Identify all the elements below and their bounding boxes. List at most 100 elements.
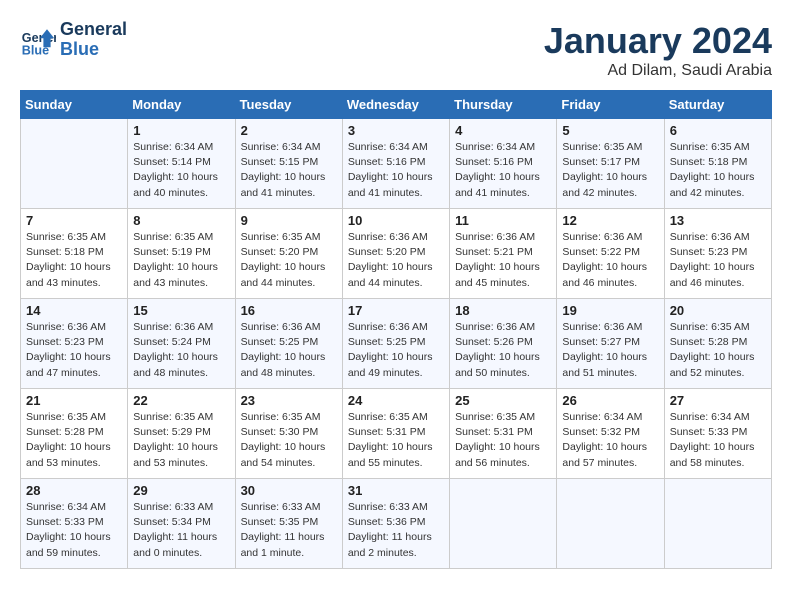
calendar-cell: 28Sunrise: 6:34 AM Sunset: 5:33 PM Dayli… — [21, 479, 128, 569]
day-number: 29 — [133, 483, 229, 498]
day-info: Sunrise: 6:34 AM Sunset: 5:16 PM Dayligh… — [455, 140, 551, 201]
calendar-cell: 1 Sunrise: 6:34 AM Sunset: 5:14 PM Daylig… — [128, 119, 235, 209]
day-info: Sunrise: 6:35 AM Sunset: 5:19 PM Dayligh… — [133, 230, 229, 291]
weekday-header-sunday: Sunday — [21, 91, 128, 119]
calendar-cell — [557, 479, 664, 569]
day-info: Sunrise: 6:33 AM Sunset: 5:35 PM Dayligh… — [241, 500, 337, 561]
calendar-cell: 30 Sunrise: 6:33 AM Sunset: 5:35 PM Dayli… — [235, 479, 342, 569]
day-number: 20 — [670, 303, 766, 318]
day-number: 9 — [241, 213, 337, 228]
calendar-cell: 12 Sunrise: 6:36 AM Sunset: 5:22 PM Dayli… — [557, 209, 664, 299]
calendar-cell: 4 Sunrise: 6:34 AM Sunset: 5:16 PM Daylig… — [450, 119, 557, 209]
calendar-cell: 11Sunrise: 6:36 AM Sunset: 5:21 PM Dayli… — [450, 209, 557, 299]
day-info: Sunrise: 6:34 AM Sunset: 5:15 PM Dayligh… — [241, 140, 337, 201]
week-row-4: 21Sunrise: 6:35 AM Sunset: 5:28 PM Dayli… — [21, 389, 772, 479]
day-number: 6 — [670, 123, 766, 138]
day-number: 10 — [348, 213, 444, 228]
calendar-cell — [664, 479, 771, 569]
location: Ad Dilam, Saudi Arabia — [544, 62, 772, 80]
calendar-cell: 6 Sunrise: 6:35 AM Sunset: 5:18 PM Daylig… — [664, 119, 771, 209]
day-info: Sunrise: 6:36 AM Sunset: 5:25 PM Dayligh… — [241, 320, 337, 381]
day-info: Sunrise: 6:34 AM Sunset: 5:14 PM Dayligh… — [133, 140, 229, 201]
calendar-cell: 10 Sunrise: 6:36 AM Sunset: 5:20 PM Dayli… — [342, 209, 449, 299]
day-number: 2 — [241, 123, 337, 138]
weekday-header-wednesday: Wednesday — [342, 91, 449, 119]
day-info: Sunrise: 6:36 AM Sunset: 5:23 PM Dayligh… — [670, 230, 766, 291]
calendar-cell: 8 Sunrise: 6:35 AM Sunset: 5:19 PM Daylig… — [128, 209, 235, 299]
day-number: 12 — [562, 213, 658, 228]
month-title: January 2024 — [544, 20, 772, 62]
day-number: 26 — [562, 393, 658, 408]
day-number: 1 — [133, 123, 229, 138]
week-row-1: 1 Sunrise: 6:34 AM Sunset: 5:14 PM Daylig… — [21, 119, 772, 209]
calendar-cell: 27Sunrise: 6:34 AM Sunset: 5:33 PM Dayli… — [664, 389, 771, 479]
weekday-header-friday: Friday — [557, 91, 664, 119]
title-block: January 2024 Ad Dilam, Saudi Arabia — [544, 20, 772, 80]
day-info: Sunrise: 6:36 AM Sunset: 5:27 PM Dayligh… — [562, 320, 658, 381]
calendar-cell: 26 Sunrise: 6:34 AM Sunset: 5:32 PM Dayli… — [557, 389, 664, 479]
page-header: General Blue General Blue January 2024 A… — [20, 20, 772, 80]
calendar-cell: 2 Sunrise: 6:34 AM Sunset: 5:15 PM Daylig… — [235, 119, 342, 209]
week-row-2: 7 Sunrise: 6:35 AM Sunset: 5:18 PM Daylig… — [21, 209, 772, 299]
day-number: 22 — [133, 393, 229, 408]
calendar-cell: 18 Sunrise: 6:36 AM Sunset: 5:26 PM Dayli… — [450, 299, 557, 389]
day-info: Sunrise: 6:35 AM Sunset: 5:18 PM Dayligh… — [670, 140, 766, 201]
day-info: Sunrise: 6:35 AM Sunset: 5:30 PM Dayligh… — [241, 410, 337, 471]
day-number: 21 — [26, 393, 122, 408]
day-info: Sunrise: 6:34 AM Sunset: 5:33 PM Dayligh… — [670, 410, 766, 471]
calendar-cell: 17 Sunrise: 6:36 AM Sunset: 5:25 PM Dayli… — [342, 299, 449, 389]
day-info: Sunrise: 6:36 AM Sunset: 5:26 PM Dayligh… — [455, 320, 551, 381]
day-number: 23 — [241, 393, 337, 408]
day-info: Sunrise: 6:36 AM Sunset: 5:23 PM Dayligh… — [26, 320, 122, 381]
week-row-5: 28Sunrise: 6:34 AM Sunset: 5:33 PM Dayli… — [21, 479, 772, 569]
calendar-cell: 20 Sunrise: 6:35 AM Sunset: 5:28 PM Dayli… — [664, 299, 771, 389]
day-info: Sunrise: 6:33 AM Sunset: 5:36 PM Dayligh… — [348, 500, 444, 561]
weekday-header-thursday: Thursday — [450, 91, 557, 119]
day-number: 5 — [562, 123, 658, 138]
day-number: 11 — [455, 213, 551, 228]
day-number: 7 — [26, 213, 122, 228]
day-number: 17 — [348, 303, 444, 318]
day-number: 24 — [348, 393, 444, 408]
day-info: Sunrise: 6:36 AM Sunset: 5:24 PM Dayligh… — [133, 320, 229, 381]
day-number: 13 — [670, 213, 766, 228]
calendar-cell: 15 Sunrise: 6:36 AM Sunset: 5:24 PM Dayli… — [128, 299, 235, 389]
day-number: 19 — [562, 303, 658, 318]
logo-line2: Blue — [60, 40, 127, 60]
day-info: Sunrise: 6:36 AM Sunset: 5:22 PM Dayligh… — [562, 230, 658, 291]
day-number: 15 — [133, 303, 229, 318]
calendar-cell: 16 Sunrise: 6:36 AM Sunset: 5:25 PM Dayli… — [235, 299, 342, 389]
calendar-cell: 25Sunrise: 6:35 AM Sunset: 5:31 PM Dayli… — [450, 389, 557, 479]
calendar-cell: 3 Sunrise: 6:34 AM Sunset: 5:16 PM Daylig… — [342, 119, 449, 209]
calendar-cell: 22Sunrise: 6:35 AM Sunset: 5:29 PM Dayli… — [128, 389, 235, 479]
day-info: Sunrise: 6:34 AM Sunset: 5:16 PM Dayligh… — [348, 140, 444, 201]
day-number: 31 — [348, 483, 444, 498]
weekday-header-tuesday: Tuesday — [235, 91, 342, 119]
calendar-cell: 23 Sunrise: 6:35 AM Sunset: 5:30 PM Dayli… — [235, 389, 342, 479]
logo-line1: General — [60, 20, 127, 40]
day-number: 30 — [241, 483, 337, 498]
day-info: Sunrise: 6:35 AM Sunset: 5:18 PM Dayligh… — [26, 230, 122, 291]
day-info: Sunrise: 6:34 AM Sunset: 5:32 PM Dayligh… — [562, 410, 658, 471]
calendar-cell: 29Sunrise: 6:33 AM Sunset: 5:34 PM Dayli… — [128, 479, 235, 569]
logo: General Blue General Blue — [20, 20, 127, 60]
day-number: 4 — [455, 123, 551, 138]
day-number: 16 — [241, 303, 337, 318]
logo-icon: General Blue — [20, 22, 56, 58]
day-info: Sunrise: 6:35 AM Sunset: 5:20 PM Dayligh… — [241, 230, 337, 291]
day-number: 14 — [26, 303, 122, 318]
day-info: Sunrise: 6:36 AM Sunset: 5:20 PM Dayligh… — [348, 230, 444, 291]
day-number: 8 — [133, 213, 229, 228]
weekday-header-monday: Monday — [128, 91, 235, 119]
day-info: Sunrise: 6:36 AM Sunset: 5:25 PM Dayligh… — [348, 320, 444, 381]
calendar-table: SundayMondayTuesdayWednesdayThursdayFrid… — [20, 90, 772, 569]
day-number: 18 — [455, 303, 551, 318]
calendar-cell: 19 Sunrise: 6:36 AM Sunset: 5:27 PM Dayli… — [557, 299, 664, 389]
day-number: 28 — [26, 483, 122, 498]
day-info: Sunrise: 6:35 AM Sunset: 5:28 PM Dayligh… — [670, 320, 766, 381]
day-number: 3 — [348, 123, 444, 138]
calendar-cell: 21Sunrise: 6:35 AM Sunset: 5:28 PM Dayli… — [21, 389, 128, 479]
calendar-cell: 13 Sunrise: 6:36 AM Sunset: 5:23 PM Dayli… — [664, 209, 771, 299]
calendar-cell: 14 Sunrise: 6:36 AM Sunset: 5:23 PM Dayli… — [21, 299, 128, 389]
day-number: 25 — [455, 393, 551, 408]
